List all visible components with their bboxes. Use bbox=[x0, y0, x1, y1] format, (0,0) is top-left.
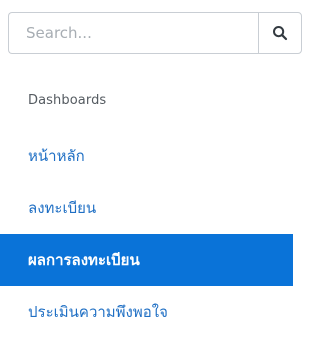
sidebar: Dashboards หน้าหลัก ลงทะเบียน ผลการลงทะเ… bbox=[0, 0, 308, 343]
search-button[interactable] bbox=[258, 12, 302, 54]
sidebar-item-satisfaction-survey[interactable]: ประเมินความพึงพอใจ bbox=[0, 286, 308, 338]
sidebar-item-home[interactable]: หน้าหลัก bbox=[0, 130, 308, 182]
search-group bbox=[8, 12, 302, 54]
sidebar-item-register[interactable]: ลงทะเบียน bbox=[0, 182, 308, 234]
sidebar-item-label: หน้าหลัก bbox=[28, 147, 85, 165]
sidebar-item-label: ลงทะเบียน bbox=[28, 199, 97, 217]
sidebar-item-label: ผลการลงทะเบียน bbox=[28, 251, 140, 269]
nav-list: หน้าหลัก ลงทะเบียน ผลการลงทะเบียน ประเมิ… bbox=[0, 130, 308, 338]
sidebar-item-registration-results[interactable]: ผลการลงทะเบียน bbox=[0, 234, 293, 286]
section-heading-dashboards: Dashboards bbox=[28, 93, 107, 108]
sidebar-item-label: ประเมินความพึงพอใจ bbox=[28, 303, 168, 321]
search-icon bbox=[272, 25, 288, 41]
search-input[interactable] bbox=[8, 12, 258, 54]
